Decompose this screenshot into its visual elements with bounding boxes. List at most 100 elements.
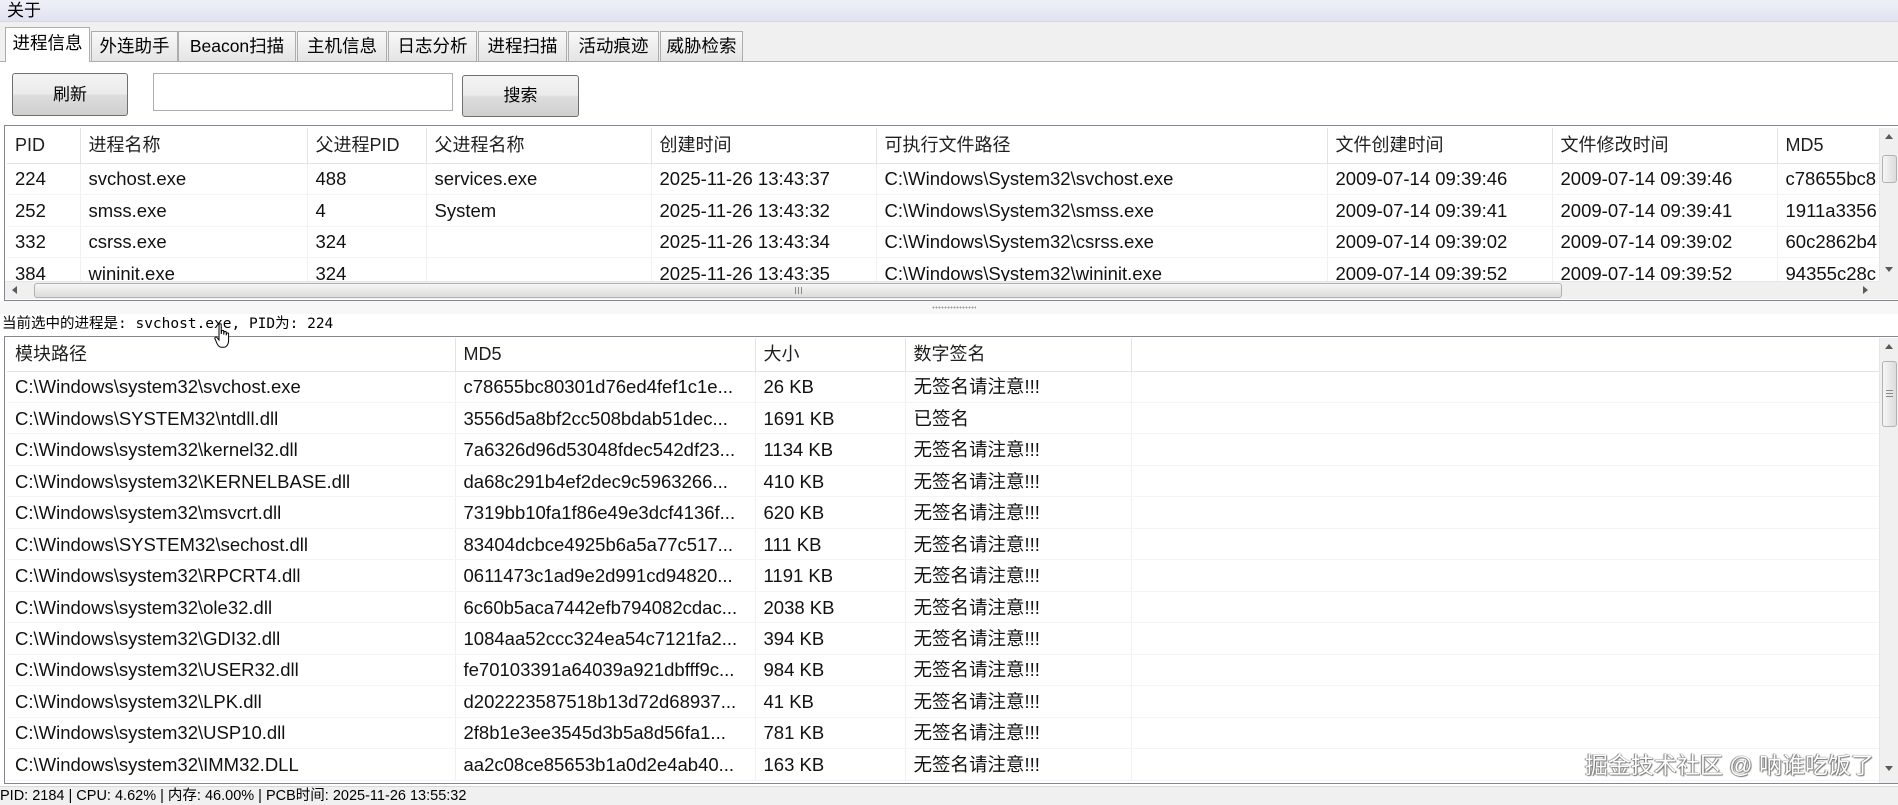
cell-module-md5: 2f8b1e3ee3545d3b5a8d56fa1... (455, 717, 756, 750)
module-row[interactable]: C:\Windows\SYSTEM32\ntdll.dll 3556d5a8bf… (7, 402, 1879, 435)
cell-parent-name: System (426, 194, 652, 227)
module-row[interactable]: C:\Windows\system32\GDI32.dll 1084aa52cc… (7, 622, 1879, 655)
cell-md5: 1911a3356 (1777, 194, 1879, 227)
cell-module-size: 620 KB (755, 496, 906, 529)
refresh-button[interactable]: 刷新 (12, 73, 128, 116)
module-row[interactable]: C:\Windows\system32\USER32.dll fe7010339… (7, 654, 1879, 687)
cell-md5: 60c2862b4 (1777, 226, 1879, 258)
module-row[interactable]: C:\Windows\system32\kernel32.dll 7a6326d… (7, 433, 1879, 466)
process-list: PID 进程名称 父进程PID 父进程名称 创建时间 可执行文件路径 文件创建时… (4, 125, 1898, 301)
search-input[interactable] (153, 73, 453, 111)
cell-module-md5: fe70103391a64039a921dbfff9c... (455, 654, 756, 687)
column-header-file-modified[interactable]: 文件修改时间 (1552, 128, 1778, 164)
column-header-module-md5[interactable]: MD5 (455, 338, 756, 372)
scrollbar-corner (1879, 281, 1898, 299)
cell-exe-path: C:\Windows\System32\svchost.exe (876, 163, 1328, 195)
cell-module-md5: da68c291b4ef2dec9c5963266... (455, 465, 756, 498)
cell-empty (1131, 465, 1879, 498)
tab-log-analysis[interactable]: 日志分析 (388, 31, 477, 61)
process-list-vertical-scrollbar[interactable] (1879, 128, 1898, 281)
column-header-signature[interactable]: 数字签名 (905, 338, 1132, 372)
cell-empty (1131, 496, 1879, 529)
cell-module-size: 1691 KB (755, 402, 906, 435)
splitter-grip-icon[interactable] (932, 306, 976, 309)
cell-module-path: C:\Windows\system32\GDI32.dll (7, 622, 456, 655)
scroll-thumb[interactable] (34, 283, 1562, 298)
tab-beacon-scan[interactable]: Beacon扫描 (178, 31, 296, 61)
cell-exe-path: C:\Windows\System32\csrss.exe (876, 226, 1328, 258)
module-row[interactable]: C:\Windows\system32\USP10.dll 2f8b1e3ee3… (7, 717, 1879, 750)
module-row[interactable]: C:\Windows\system32\msvcrt.dll 7319bb10f… (7, 496, 1879, 529)
scroll-down-arrow-icon[interactable] (1885, 267, 1893, 272)
scroll-thumb[interactable] (1882, 155, 1897, 183)
process-table-header: PID 进程名称 父进程PID 父进程名称 创建时间 可执行文件路径 文件创建时… (7, 128, 1879, 164)
scroll-grip-icon (1886, 390, 1893, 397)
tab-outbound-helper[interactable]: 外连助手 (91, 31, 178, 61)
cell-module-md5: c78655bc80301d76ed4fef1c1e... (455, 371, 756, 403)
cell-module-md5: 7319bb10fa1f86e49e3dcf4136f... (455, 496, 756, 529)
cell-empty (1131, 528, 1879, 561)
column-header-process-name[interactable]: 进程名称 (80, 128, 308, 164)
cell-empty (1131, 685, 1879, 718)
cell-signature: 无签名请注意!!! (905, 717, 1132, 750)
process-list-horizontal-scrollbar[interactable] (5, 281, 1879, 299)
process-row[interactable]: 332 csrss.exe 324 2025-11-26 13:43:34 C:… (7, 226, 1879, 258)
cell-pid: 252 (7, 194, 81, 227)
column-header-parent-name[interactable]: 父进程名称 (426, 128, 652, 164)
search-button[interactable]: 搜索 (462, 75, 579, 117)
cell-module-path: C:\Windows\system32\LPK.dll (7, 685, 456, 718)
cell-module-size: 781 KB (755, 717, 906, 750)
column-header-file-created[interactable]: 文件创建时间 (1327, 128, 1553, 164)
cell-parent-pid: 4 (307, 194, 427, 227)
cell-file-created: 2009-07-14 09:39:02 (1327, 226, 1553, 258)
menu-item-about[interactable]: 关于 (5, 0, 43, 21)
process-row[interactable]: 252 smss.exe 4 System 2025-11-26 13:43:3… (7, 194, 1879, 227)
cell-module-md5: 0611473c1ad9e2d991cd94820... (455, 559, 756, 592)
module-row[interactable]: C:\Windows\system32\ole32.dll 6c60b5aca7… (7, 591, 1879, 624)
cell-empty (1131, 559, 1879, 592)
column-header-parent-pid[interactable]: 父进程PID (307, 128, 427, 164)
column-header-pid[interactable]: PID (7, 128, 81, 164)
cell-module-path: C:\Windows\system32\USP10.dll (7, 717, 456, 750)
cell-module-path: C:\Windows\SYSTEM32\sechost.dll (7, 528, 456, 561)
cell-module-md5: 3556d5a8bf2cc508bdab51dec... (455, 402, 756, 435)
cell-process-name: svchost.exe (80, 163, 308, 195)
cell-module-size: 26 KB (755, 371, 906, 403)
tab-threat-search[interactable]: 威胁检索 (660, 31, 743, 61)
module-row[interactable]: C:\Windows\system32\svchost.exe c78655bc… (7, 371, 1879, 403)
cell-parent-name (426, 257, 652, 281)
cell-empty (1131, 654, 1879, 687)
column-header-create-time[interactable]: 创建时间 (651, 128, 877, 164)
cell-module-path: C:\Windows\system32\RPCRT4.dll (7, 559, 456, 592)
module-row[interactable]: C:\Windows\system32\LPK.dll d20222358751… (7, 685, 1879, 718)
scroll-up-arrow-icon[interactable] (1885, 134, 1893, 139)
cell-module-md5: 1084aa52ccc324ea54c7121fa2... (455, 622, 756, 655)
scroll-right-arrow-icon[interactable] (1863, 286, 1868, 294)
cell-module-path: C:\Windows\system32\IMM32.DLL (7, 748, 456, 781)
scroll-down-arrow-icon[interactable] (1885, 766, 1893, 771)
cell-create-time: 2025-11-26 13:43:35 (651, 257, 877, 281)
tab-host-info[interactable]: 主机信息 (297, 31, 387, 61)
scroll-thumb[interactable] (1882, 361, 1897, 427)
scroll-up-arrow-icon[interactable] (1885, 344, 1893, 349)
cell-parent-pid: 324 (307, 226, 427, 258)
column-header-exe-path[interactable]: 可执行文件路径 (876, 128, 1328, 164)
column-header-module-size[interactable]: 大小 (755, 338, 906, 372)
cell-module-path: C:\Windows\system32\kernel32.dll (7, 433, 456, 466)
process-row[interactable]: 384 wininit.exe 324 2025-11-26 13:43:35 … (7, 257, 1879, 281)
cell-signature: 无签名请注意!!! (905, 465, 1132, 498)
module-row[interactable]: C:\Windows\system32\KERNELBASE.dll da68c… (7, 465, 1879, 498)
tab-activity-traces[interactable]: 活动痕迹 (568, 31, 659, 61)
module-row[interactable]: C:\Windows\system32\RPCRT4.dll 0611473c1… (7, 559, 1879, 592)
tab-process-info[interactable]: 进程信息 (5, 27, 90, 62)
process-row[interactable]: 224 svchost.exe 488 services.exe 2025-11… (7, 163, 1879, 195)
module-row[interactable]: C:\Windows\SYSTEM32\sechost.dll 83404dcb… (7, 528, 1879, 561)
panel-splitter[interactable] (0, 301, 1898, 314)
column-header-md5[interactable]: MD5 (1777, 128, 1879, 164)
cell-parent-name: services.exe (426, 163, 652, 195)
scroll-left-arrow-icon[interactable] (12, 286, 17, 294)
tab-process-scan[interactable]: 进程扫描 (478, 31, 567, 61)
module-list-vertical-scrollbar[interactable] (1879, 338, 1898, 783)
cell-signature: 无签名请注意!!! (905, 622, 1132, 655)
cell-create-time: 2025-11-26 13:43:32 (651, 194, 877, 227)
